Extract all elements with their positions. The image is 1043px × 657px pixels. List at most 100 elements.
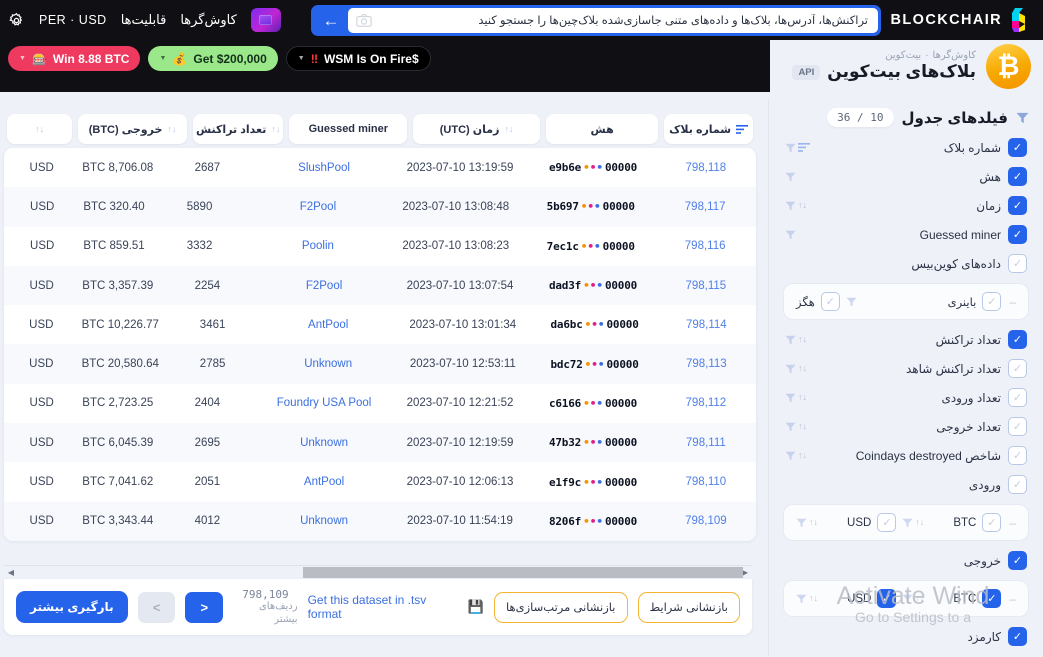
funnel-icon[interactable] (785, 172, 796, 182)
cell-block-number[interactable]: 798,112 (659, 384, 753, 423)
cell-miner[interactable]: AntPool (262, 462, 387, 501)
sidebar-field-output[interactable]: ✓ خروجی (769, 546, 1043, 575)
column-header-miner[interactable]: Guessed miner (289, 114, 408, 144)
table-row[interactable]: 798,116 00000 ••• 7ec1c 13:08:23 2023-07-10 P… (4, 227, 756, 266)
checkbox-tx-count[interactable]: ✓ (1008, 330, 1027, 349)
sort-toggle-icon[interactable]: ↓↑ (809, 518, 818, 527)
cell-hash[interactable]: 00000 ••• da6bc (535, 305, 653, 344)
cell-block-number[interactable]: 798,116 (657, 227, 753, 266)
sidebar-field-block-number[interactable]: ✓ شماره بلاک (769, 133, 1043, 162)
sidebar-field-input-count[interactable]: ✓ تعداد ورودی ↓↑ (769, 383, 1043, 412)
sidebar-field-hash[interactable]: ✓ هش (769, 162, 1043, 191)
cell-block-number[interactable]: 798,115 (659, 266, 753, 305)
breadcrumb-bitcoin[interactable]: بیت‌کوین (885, 50, 921, 61)
sort-toggle-icon[interactable]: ↓↑ (798, 201, 807, 210)
table-row[interactable]: 798,112 00000 ••• c6166 12:21:52 2023-07-10 F… (4, 384, 756, 423)
column-header-txn[interactable]: ↓↑ تعداد تراکنش (192, 114, 284, 144)
promo-get-200k[interactable]: ▼ 💰 Get $200,000 (148, 46, 278, 71)
checkbox-input-count[interactable]: ✓ (1008, 388, 1027, 407)
funnel-icon[interactable] (902, 594, 913, 604)
gear-icon[interactable] (8, 12, 25, 29)
column-header-block[interactable]: شماره بلاک (664, 114, 753, 144)
sort-toggle-icon[interactable]: ↓↑ (504, 124, 513, 134)
checkbox-coinbase-data[interactable]: ✓ (1008, 254, 1027, 273)
checkbox-block-number[interactable]: ✓ (1008, 138, 1027, 157)
column-header-hash[interactable]: هش (545, 114, 659, 144)
cell-hash[interactable]: 00000 ••• 5b697 (530, 187, 651, 226)
scrollbar-track[interactable] (18, 567, 743, 578)
search-input[interactable] (378, 13, 870, 28)
cell-miner[interactable]: SlushPool (262, 148, 387, 187)
cell-hash[interactable]: 00000 ••• c6166 (533, 384, 652, 423)
sort-toggle-icon[interactable]: ↓↑ (798, 422, 807, 431)
sort-toggle-icon[interactable]: ↓↑ (915, 518, 924, 527)
sort-toggle-icon[interactable]: ↓↑ (271, 124, 280, 134)
load-more-button[interactable]: بارگیری بیشتر (16, 591, 128, 623)
funnel-icon[interactable] (785, 364, 796, 374)
reset-conditions-button[interactable]: بازنشانی شرایط (637, 591, 740, 623)
sort-toggle-icon[interactable]: ↓↑ (35, 124, 44, 134)
sort-toggle-icon[interactable]: ↓↑ (915, 594, 924, 603)
hash-value[interactable]: 00000 ••• c6166 (549, 397, 637, 410)
sort-toggle-icon[interactable]: ↓↑ (167, 124, 176, 134)
blockchair-logo[interactable]: BLOCKCHAIR (891, 8, 1029, 32)
hash-value[interactable]: 00000 ••• e1f9c (549, 476, 637, 489)
cell-hash[interactable]: 00000 ••• 7ec1c (530, 227, 651, 266)
cell-block-number[interactable]: 798,114 (660, 305, 753, 344)
column-header-output[interactable]: ↓↑ خروجی (BTC) (78, 114, 187, 144)
checkbox-output-count[interactable]: ✓ (1008, 417, 1027, 436)
promo-win-btc[interactable]: ▼ 🎰 Win 8.88 BTC (8, 46, 141, 71)
back-arrow-icon[interactable]: ← (314, 8, 348, 33)
table-row[interactable]: 798,114 00000 ••• da6bc 13:01:34 2023-07-10 A… (4, 305, 756, 344)
cell-miner[interactable]: F2Pool (262, 266, 387, 305)
cell-hash[interactable]: 00000 ••• dad3f (533, 266, 652, 305)
checkbox-output[interactable]: ✓ (1008, 551, 1027, 570)
hash-value[interactable]: 00000 ••• 5b697 (547, 200, 635, 213)
column-header-usd[interactable]: ↓↑ (7, 114, 73, 144)
funnel-icon[interactable] (785, 393, 796, 403)
funnel-icon[interactable] (796, 518, 807, 528)
cell-hash[interactable]: 00000 ••• bdc72 (535, 344, 653, 383)
checkbox-input[interactable]: ✓ (1008, 475, 1027, 494)
checkbox-time[interactable]: ✓ (1008, 196, 1027, 215)
sort-toggle-icon[interactable]: ↓↑ (798, 451, 807, 460)
funnel-icon[interactable] (785, 335, 796, 345)
camera-icon[interactable] (356, 14, 372, 27)
checkbox-binary[interactable]: ✓ (982, 292, 1002, 311)
cell-miner[interactable]: Poolin (254, 227, 381, 266)
funnel-icon[interactable] (796, 594, 807, 604)
cell-hash[interactable]: 00000 ••• 47b32 (533, 423, 652, 462)
hash-value[interactable]: 00000 ••• e9b6e (549, 161, 637, 174)
sidebar-field-witness-tx-count[interactable]: ✓ تعداد تراکنش شاهد ↓↑ (769, 354, 1043, 383)
api-badge[interactable]: API (792, 64, 821, 80)
sidebar-field-coindays-index[interactable]: ✓ شاخص Coindays destroyed ↓↑ (769, 441, 1043, 470)
hash-value[interactable]: 00000 ••• dad3f (549, 279, 637, 292)
sort-toggle-icon[interactable]: ↓↑ (798, 335, 807, 344)
cell-miner[interactable]: AntPool (266, 305, 390, 344)
table-row[interactable]: 798,109 00000 ••• 8206f 11:54:19 2023-07-10 U… (4, 501, 756, 541)
cell-miner[interactable]: Unknown (262, 423, 387, 462)
funnel-icon[interactable] (785, 422, 796, 432)
promo-wsm-fire[interactable]: ▼ ‼ WSM Is On Fire$ (285, 46, 431, 71)
download-tsv-link[interactable]: Get this dataset in .tsv format 💾 (308, 593, 484, 621)
sort-lines-icon[interactable] (798, 143, 810, 152)
table-row[interactable]: 798,115 00000 ••• dad3f 13:07:54 2023-07-10 F… (4, 265, 756, 306)
sort-lines-icon[interactable] (736, 124, 749, 134)
scrollbar-thumb[interactable] (303, 567, 743, 578)
sidebar-field-input[interactable]: ✓ ورودی (769, 470, 1043, 499)
cell-block-number[interactable]: 798,110 (659, 462, 753, 501)
sidebar-field-fee[interactable]: ✓ کارمزد (769, 622, 1043, 651)
cell-miner[interactable]: F2Pool (254, 187, 381, 226)
funnel-icon[interactable] (785, 201, 796, 211)
next-page-button[interactable]: > (137, 591, 176, 623)
checkbox-guessed-miner[interactable]: ✓ (1008, 225, 1027, 244)
checkbox-fee[interactable]: ✓ (1008, 627, 1027, 646)
sidebar-field-time[interactable]: ✓ زمان ↓↑ (769, 191, 1043, 220)
hash-value[interactable]: 00000 ••• bdc72 (551, 358, 639, 371)
cell-hash[interactable]: 00000 ••• e1f9c (533, 462, 652, 501)
funnel-icon[interactable] (846, 297, 857, 307)
funnel-icon[interactable] (785, 451, 796, 461)
sidebar-field-output-count[interactable]: ✓ تعداد خروجی ↓↑ (769, 412, 1043, 441)
checkbox-hex[interactable]: ✓ (820, 292, 840, 311)
nav-link-explorers[interactable]: کاوش‌گرها (180, 12, 236, 28)
